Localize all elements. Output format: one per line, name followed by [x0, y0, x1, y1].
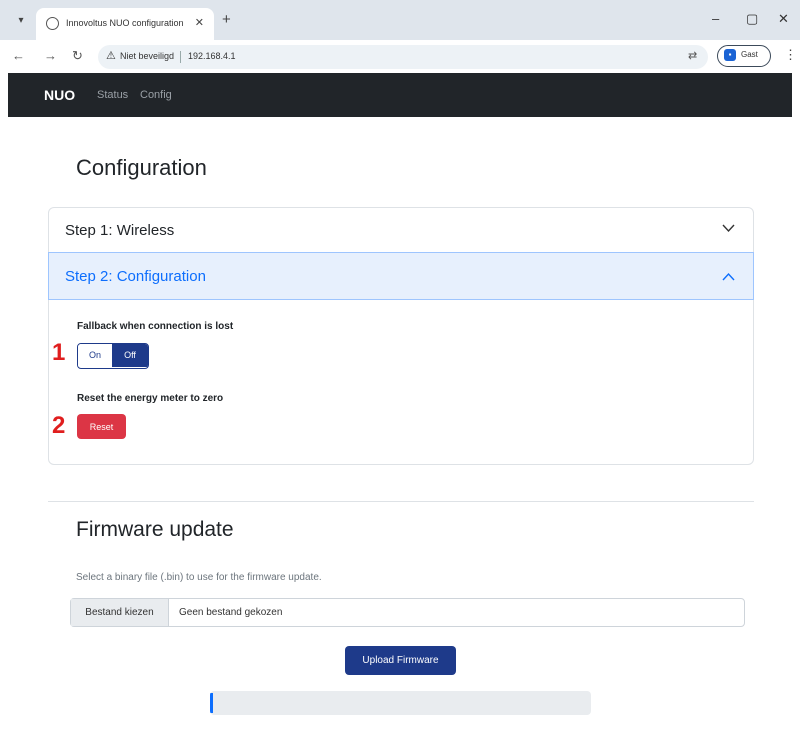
toggle-on-option[interactable]: On: [78, 344, 112, 367]
security-label[interactable]: Niet beveiligd: [120, 51, 174, 61]
chevron-up-icon: [722, 270, 735, 284]
progress-edge: [210, 693, 213, 713]
browser-chrome: ▾ Innovoltus NUO configuration ✕ + – ▢ ✕…: [0, 0, 800, 73]
file-name-text: Geen bestand gekozen: [179, 607, 283, 618]
page-title: Configuration: [76, 155, 207, 180]
profile-button[interactable]: ▪ Gast: [717, 45, 771, 67]
accordion-label: Step 1: Wireless: [65, 222, 175, 239]
minimize-button[interactable]: –: [712, 11, 719, 26]
url-text[interactable]: 192.168.4.1: [188, 51, 236, 61]
reset-button[interactable]: Reset: [77, 414, 126, 439]
maximize-button[interactable]: ▢: [746, 11, 758, 27]
reload-icon[interactable]: ↻: [72, 48, 83, 64]
file-input[interactable]: Bestand kiezen Geen bestand gekozen: [70, 598, 745, 627]
toggle-off-option[interactable]: Off: [112, 344, 148, 367]
profile-label: Gast: [741, 50, 758, 59]
fallback-toggle[interactable]: On Off: [77, 343, 149, 369]
upload-firmware-button[interactable]: Upload Firmware: [345, 646, 456, 675]
nav-link-config[interactable]: Config: [140, 89, 172, 101]
section-divider: [48, 501, 754, 502]
firmware-help-text: Select a binary file (.bin) to use for t…: [76, 572, 322, 583]
guest-avatar-icon: ▪: [724, 49, 736, 61]
address-separator: [180, 51, 181, 63]
choose-file-button[interactable]: Bestand kiezen: [71, 599, 169, 626]
address-bar[interactable]: ⚠ Niet beveiligd 192.168.4.1: [98, 45, 708, 69]
tab-strip: ▾ Innovoltus NUO configuration ✕ + – ▢ ✕: [0, 0, 800, 40]
brand-link[interactable]: NUO: [44, 87, 75, 103]
annotation-marker-1: 1: [52, 339, 66, 366]
firmware-title: Firmware update: [76, 518, 234, 541]
tab-close-icon[interactable]: ✕: [195, 16, 204, 29]
tab-search-icon[interactable]: ▾: [12, 12, 30, 30]
warning-icon[interactable]: ⚠: [106, 49, 116, 62]
upload-progress-bar: [210, 691, 591, 715]
reset-label: Reset the energy meter to zero: [77, 393, 224, 404]
config-accordion: Step 1: Wireless Step 2: Configuration F…: [48, 207, 754, 465]
fallback-label: Fallback when connection is lost: [77, 321, 234, 332]
browser-tab[interactable]: Innovoltus NUO configuration ✕: [36, 8, 214, 40]
globe-icon: [46, 17, 59, 30]
app-navbar: NUO Status Config: [8, 73, 792, 117]
browser-toolbar: ← → ↻ ⚠ Niet beveiligd 192.168.4.1 ⇄ ▪ G…: [0, 40, 800, 73]
back-icon[interactable]: ←: [12, 48, 25, 63]
nav-link-status[interactable]: Status: [97, 89, 128, 101]
accordion-label: Step 2: Configuration: [65, 268, 206, 285]
translate-icon[interactable]: ⇄: [688, 49, 697, 62]
more-menu-icon[interactable]: ⋮: [784, 47, 797, 63]
chevron-down-icon: [722, 222, 735, 236]
new-tab-button[interactable]: +: [222, 11, 231, 28]
tab-title: Innovoltus NUO configuration: [66, 18, 184, 28]
forward-icon[interactable]: →: [44, 48, 57, 63]
accordion-header-wireless[interactable]: Step 1: Wireless: [49, 208, 753, 253]
annotation-marker-2: 2: [52, 412, 66, 439]
accordion-header-configuration[interactable]: Step 2: Configuration: [48, 252, 754, 300]
close-window-button[interactable]: ✕: [778, 11, 789, 27]
